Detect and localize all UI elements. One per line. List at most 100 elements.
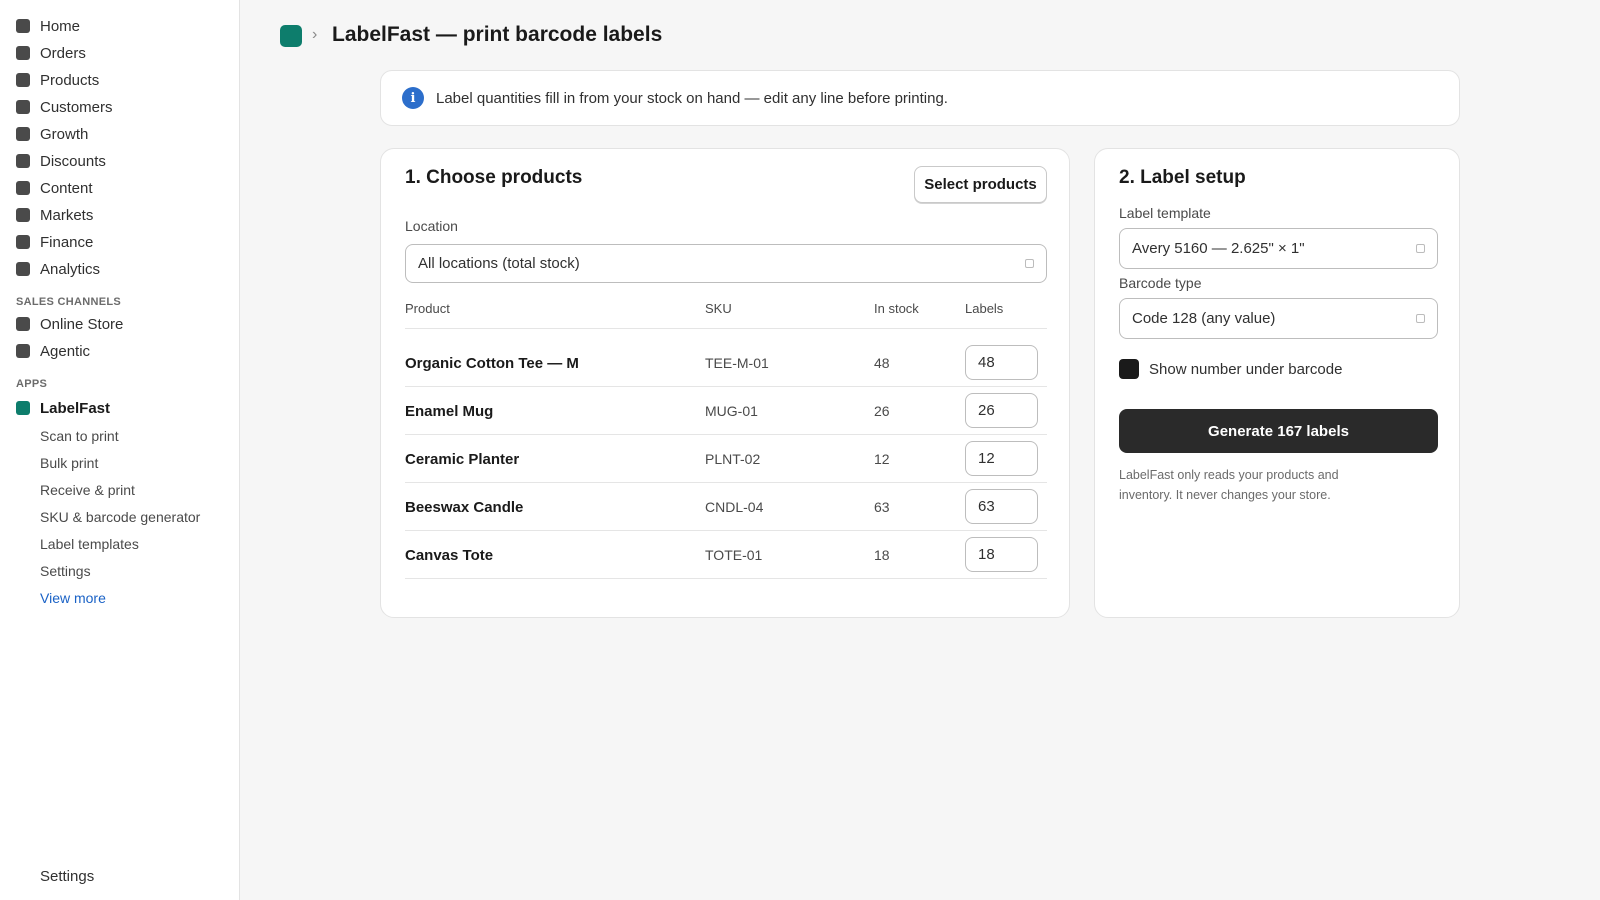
online-store-icon: [16, 317, 30, 331]
table-header-divider: [405, 328, 1047, 329]
products-icon: [16, 73, 30, 87]
location-label: Location: [405, 218, 458, 234]
sidebar-item-home[interactable]: Home: [16, 14, 80, 38]
view-more-link[interactable]: View more: [40, 588, 106, 608]
sidebar-item-products[interactable]: Products: [16, 68, 99, 92]
analytics-icon: [16, 262, 30, 276]
sidebar-item-analytics[interactable]: Analytics: [16, 257, 100, 281]
label-setup-card: 2. Label setup Label template Avery 5160…: [1094, 148, 1460, 618]
product-sku: MUG-01: [705, 403, 758, 419]
location-select-value: All locations (total stock): [418, 255, 580, 272]
info-icon: i: [402, 87, 424, 109]
choose-products-title: 1. Choose products: [405, 167, 583, 188]
product-sku: TEE-M-01: [705, 355, 769, 371]
page-title: LabelFast — print barcode labels: [332, 23, 663, 46]
sidebar-item-finance[interactable]: Finance: [16, 230, 93, 254]
sidebar-subitem-settings[interactable]: Settings: [40, 561, 91, 581]
label-quantity-input[interactable]: [965, 441, 1038, 476]
select-arrow-icon: [1416, 244, 1425, 253]
label-quantity-input[interactable]: [965, 345, 1038, 380]
product-in-stock: 48: [874, 355, 890, 371]
location-select[interactable]: All locations (total stock): [405, 244, 1047, 283]
column-header-sku: SKU: [705, 301, 732, 316]
sidebar-item-online-store[interactable]: Online Store: [16, 312, 123, 336]
agentic-icon: [16, 344, 30, 358]
sidebar-item-label: Orders: [40, 44, 86, 62]
product-sku: PLNT-02: [705, 451, 761, 467]
label-quantity-input[interactable]: [965, 537, 1038, 572]
content-icon: [16, 181, 30, 195]
sidebar-item-label: Home: [40, 17, 81, 35]
sidebar-item-content[interactable]: Content: [16, 176, 93, 200]
sidebar-item-discounts[interactable]: Discounts: [16, 149, 106, 173]
barcode-type-select[interactable]: Code 128 (any value): [1119, 298, 1438, 339]
barcode-type-label: Barcode type: [1119, 275, 1202, 291]
sidebar-subitem-sku-barcode-generator[interactable]: SKU & barcode generator: [40, 507, 200, 527]
sidebar-subitem-scan-to-print[interactable]: Scan to print: [40, 426, 119, 446]
sidebar-item-label: Analytics: [40, 260, 101, 278]
growth-icon: [16, 127, 30, 141]
table-row: Enamel Mug MUG-01 26: [405, 387, 1047, 435]
generate-labels-button[interactable]: Generate 167 labels: [1119, 409, 1438, 453]
sidebar-subitem-receive-print[interactable]: Receive & print: [40, 480, 135, 500]
sidebar-item-label: Agentic: [40, 342, 91, 360]
label-template-label: Label template: [1119, 205, 1211, 221]
finance-icon: [16, 235, 30, 249]
sidebar-item-markets[interactable]: Markets: [16, 203, 93, 227]
banner-text: Label quantities fill in from your stock…: [436, 89, 948, 107]
sidebar-settings[interactable]: Settings: [40, 866, 94, 886]
label-quantity-input[interactable]: [965, 393, 1038, 428]
barcode-type-value: Code 128 (any value): [1132, 310, 1276, 327]
product-in-stock: 18: [874, 547, 890, 563]
show-number-checkbox[interactable]: [1119, 359, 1139, 379]
sidebar-subitem-bulk-print[interactable]: Bulk print: [40, 453, 98, 473]
column-header-labels: Labels: [965, 301, 1004, 316]
customers-icon: [16, 100, 30, 114]
sidebar-item-label: Online Store: [40, 315, 124, 333]
privacy-footnote: LabelFast only reads your products and i…: [1119, 468, 1339, 502]
column-header-product: Product: [405, 301, 450, 316]
labelfast-logo-icon: [280, 25, 302, 47]
table-row: Canvas Tote TOTE-01 18: [405, 531, 1047, 579]
label-quantity-input[interactable]: [965, 489, 1038, 524]
product-in-stock: 26: [874, 403, 890, 419]
choose-products-card: 1. Choose products Select products Locat…: [380, 148, 1070, 618]
label-template-value: Avery 5160 — 2.625" × 1": [1132, 240, 1305, 257]
sidebar-item-label: Discounts: [40, 152, 106, 170]
sidebar: Home Orders Products Customers Growth Di…: [0, 0, 240, 900]
sidebar-item-growth[interactable]: Growth: [16, 122, 88, 146]
product-name: Enamel Mug: [405, 403, 494, 420]
product-name: Canvas Tote: [405, 547, 494, 564]
info-banner: i Label quantities fill in from your sto…: [380, 70, 1460, 126]
sidebar-item-agentic[interactable]: Agentic: [16, 339, 90, 363]
sidebar-item-label: Customers: [40, 98, 113, 116]
orders-icon: [16, 46, 30, 60]
product-name: Ceramic Planter: [405, 451, 520, 468]
markets-icon: [16, 208, 30, 222]
sidebar-subitem-label-templates[interactable]: Label templates: [40, 534, 139, 554]
discounts-icon: [16, 154, 30, 168]
sidebar-item-labelfast[interactable]: LabelFast: [16, 396, 110, 420]
home-icon: [16, 19, 30, 33]
breadcrumb-chevron-icon: ›: [312, 26, 318, 43]
product-in-stock: 63: [874, 499, 890, 515]
table-row: Beeswax Candle CNDL-04 63: [405, 483, 1047, 531]
sidebar-item-label: Markets: [40, 206, 94, 224]
sidebar-item-label: Products: [40, 71, 100, 89]
label-setup-title: 2. Label setup: [1119, 167, 1246, 188]
sidebar-item-label: Growth: [40, 125, 89, 143]
table-row: Ceramic Planter PLNT-02 12: [405, 435, 1047, 483]
select-arrow-icon: [1025, 259, 1034, 268]
product-in-stock: 12: [874, 451, 890, 467]
apps-heading: APPS: [16, 378, 48, 390]
show-number-label[interactable]: Show number under barcode: [1149, 361, 1342, 378]
product-name: Organic Cotton Tee — M: [405, 355, 579, 372]
select-products-button[interactable]: Select products: [914, 166, 1047, 203]
sidebar-item-label: Content: [40, 179, 93, 197]
sidebar-item-customers[interactable]: Customers: [16, 95, 113, 119]
sidebar-item-label: Finance: [40, 233, 94, 251]
sales-channels-heading: SALES CHANNELS: [16, 296, 122, 308]
sidebar-item-orders[interactable]: Orders: [16, 41, 86, 65]
product-name: Beeswax Candle: [405, 499, 524, 516]
label-template-select[interactable]: Avery 5160 — 2.625" × 1": [1119, 228, 1438, 269]
